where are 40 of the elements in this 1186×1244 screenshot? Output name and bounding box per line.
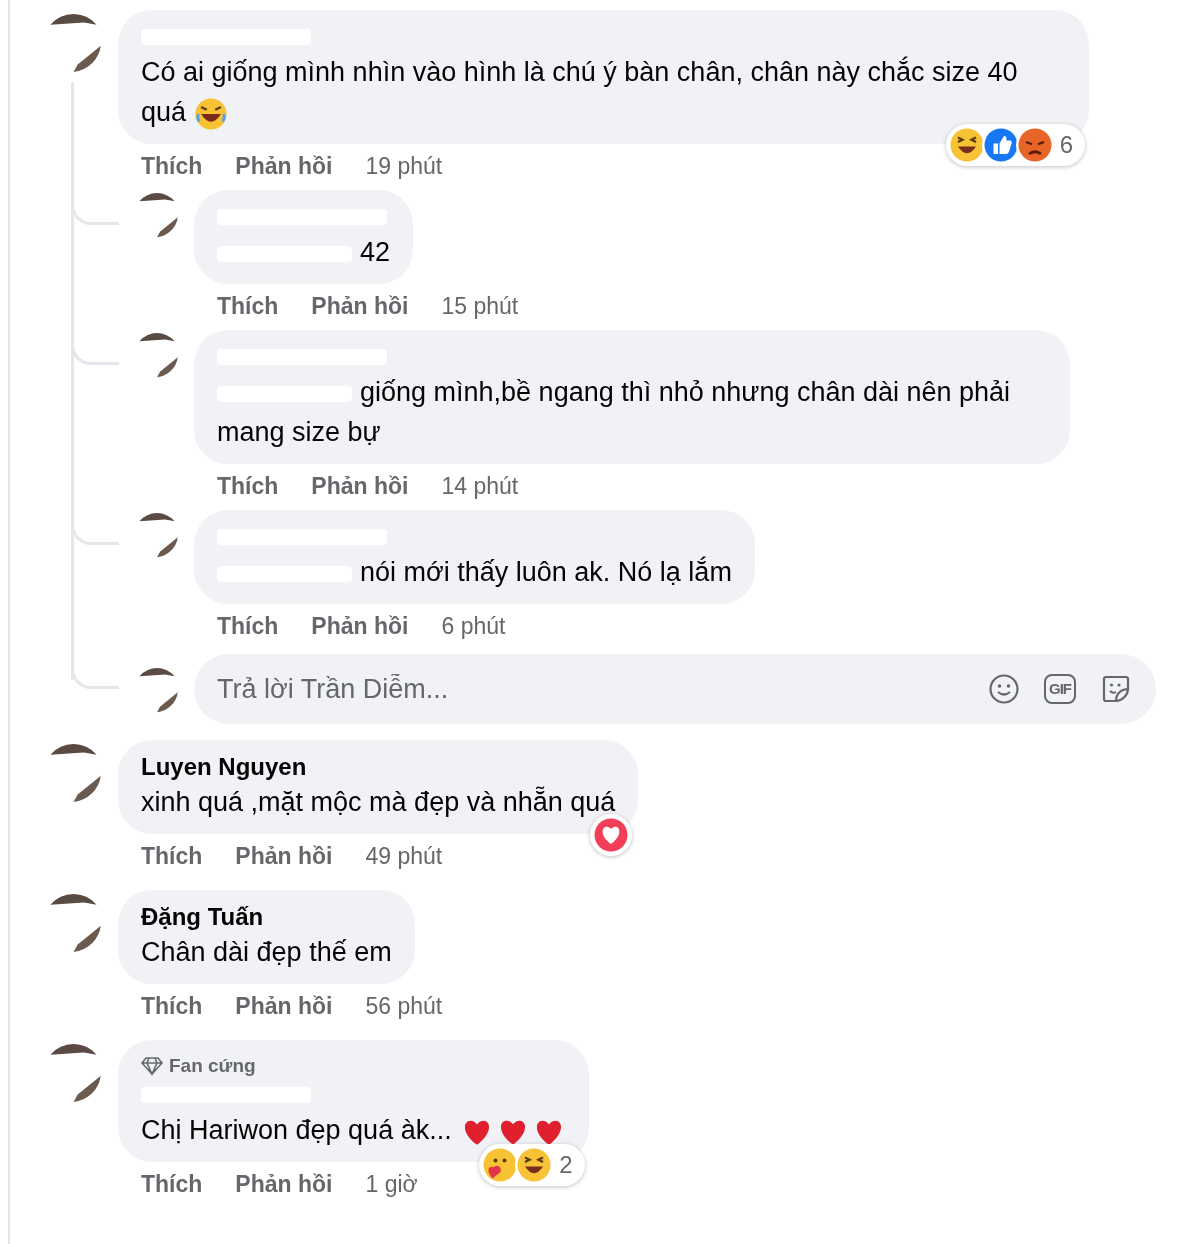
comment-time[interactable]: 15 phút [441, 288, 519, 324]
reply-link[interactable]: Phản hồi [311, 288, 409, 324]
comment-time[interactable]: 56 phút [365, 988, 443, 1024]
reply-link[interactable]: Phản hồi [235, 988, 333, 1024]
reply-link[interactable]: Phản hồi [235, 1166, 333, 1202]
reply-link[interactable]: Phản hồi [311, 608, 409, 644]
gif-button[interactable]: GIF [1044, 674, 1076, 704]
commenter-name[interactable]: Đặng Tuấn [141, 899, 264, 935]
reaction-count: 6 [1058, 130, 1074, 160]
reaction-count: 2 [558, 1150, 574, 1180]
comment-text: nói mới thấy luôn ak. Nó lạ lắm [360, 557, 732, 587]
badge-label: Fan cứng [169, 1053, 256, 1078]
emoji-icon[interactable] [988, 673, 1020, 705]
reply-link[interactable]: Phản hồi [235, 838, 333, 874]
reply-link[interactable]: Phản hồi [235, 148, 333, 184]
comment-text: giống mình,bề ngang thì nhỏ nhưng chân dài nên phải mang size bự [217, 377, 1011, 447]
comment-text: xinh quá ,mặt mộc mà đẹp và nhẵn quá [141, 787, 616, 817]
reaction-summary[interactable]: 2 [479, 1144, 585, 1186]
like-link[interactable]: Thích [141, 988, 203, 1024]
reaction-summary[interactable]: 6 [945, 124, 1085, 166]
like-link[interactable]: Thích [141, 838, 203, 874]
sticker-icon[interactable] [1100, 673, 1132, 705]
comment-text: Có ai giống mình nhìn vào hình là chú ý bàn chân, chân này chắc size 40 quá [141, 57, 1018, 127]
diamond-icon [141, 1056, 163, 1076]
like-link[interactable]: Thích [141, 148, 203, 184]
like-link[interactable]: Thích [217, 468, 279, 504]
comment-text: Chân dài đẹp thế em [141, 937, 392, 967]
comment-time[interactable]: 6 phút [441, 608, 506, 644]
reply-input-field[interactable]: Trả lời Trần Diễm... GIF [194, 654, 1156, 724]
comment-time[interactable]: 49 phút [365, 838, 443, 874]
comment-time[interactable]: 1 giờ [365, 1166, 418, 1202]
reply-link[interactable]: Phản hồi [311, 468, 409, 504]
like-link[interactable]: Thích [217, 288, 279, 324]
comment-time[interactable]: 19 phút [365, 148, 443, 184]
like-link[interactable]: Thích [141, 1166, 203, 1202]
comment-text: 42 [360, 237, 391, 267]
like-link[interactable]: Thích [217, 608, 279, 644]
commenter-name[interactable]: Luyen Nguyen [141, 749, 307, 785]
comment-time[interactable]: 14 phút [441, 468, 519, 504]
comment-text: Chị Hariwon đẹp quá àk... [141, 1115, 452, 1145]
